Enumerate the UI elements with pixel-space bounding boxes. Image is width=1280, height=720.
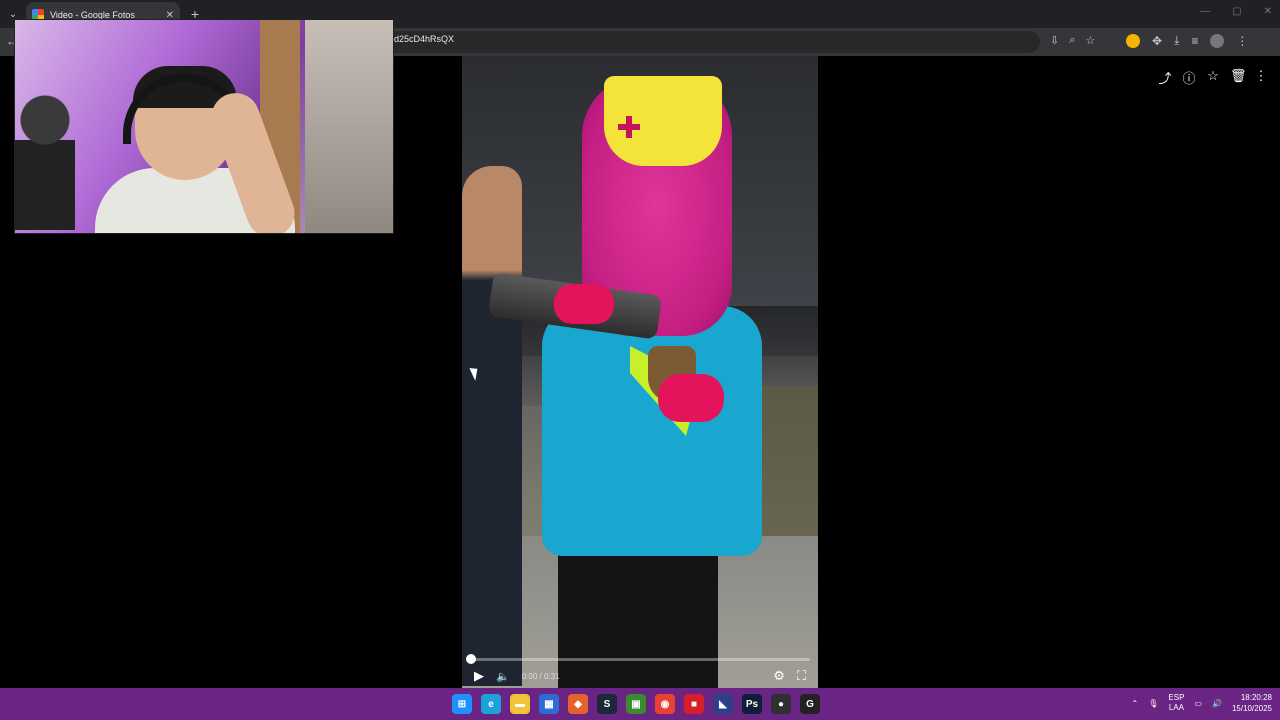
share-icon[interactable]: ⤴: [1158, 68, 1172, 87]
maximize-button[interactable]: ▢: [1232, 6, 1241, 17]
reading-list-icon[interactable]: ≡: [1191, 34, 1198, 48]
video-time: 0:00 / 0:31: [521, 671, 560, 681]
edge-icon[interactable]: e: [481, 694, 501, 714]
network-icon[interactable]: ▭: [1194, 699, 1202, 708]
extensions-puzzle-icon[interactable]: ✥: [1152, 34, 1162, 48]
toolbar-icons: ✥ ⤓ ≡ ⋮: [1126, 33, 1248, 48]
install-app-icon[interactable]: ⇩: [1050, 34, 1059, 47]
language-top: ESP: [1168, 693, 1185, 702]
close-window-button[interactable]: ✕: [1264, 6, 1272, 17]
microphone-icon[interactable]: 🎙: [1148, 699, 1158, 708]
zoom-icon[interactable]: ⌕: [1069, 34, 1075, 47]
file-explorer-icon[interactable]: ▬: [510, 694, 530, 714]
webcam-bookshelf: [305, 20, 393, 233]
extension-profile-icon[interactable]: [1126, 33, 1140, 48]
app-g-icon[interactable]: G: [800, 694, 820, 714]
speaker-icon[interactable]: 🔊: [1212, 699, 1222, 708]
window-controls: — ▢ ✕: [1200, 6, 1272, 17]
tray-chevron-icon[interactable]: ⌃: [1132, 699, 1139, 708]
app-blue-icon[interactable]: ◣: [713, 694, 733, 714]
app-red-icon[interactable]: ■: [684, 694, 704, 714]
trash-icon[interactable]: 🗑: [1230, 68, 1247, 87]
menu-kebab-icon[interactable]: ⋮: [1236, 34, 1248, 48]
webcam-fan: [15, 80, 75, 230]
taskbar-apps: ⊞ e ▬ ▦ ◆ S ▣ ◉ ■ ◣ Ps ● G: [452, 694, 820, 714]
fullscreen-icon[interactable]: ⛶: [797, 668, 806, 684]
video-player[interactable]: ▶ 🔈 0:00 / 0:31 ⚙ ⛶: [462, 56, 818, 688]
obs-icon[interactable]: ●: [771, 694, 791, 714]
video-frame-glove-left: [554, 284, 614, 324]
video-progress-track[interactable]: [470, 658, 810, 661]
video-frame-hoodie: [542, 306, 762, 556]
minimize-button[interactable]: —: [1200, 6, 1210, 17]
play-icon[interactable]: ▶: [474, 668, 484, 684]
app-orange-icon[interactable]: ◆: [568, 694, 588, 714]
minecraft-icon[interactable]: ▣: [626, 694, 646, 714]
downloads-icon[interactable]: ⤓: [1174, 33, 1179, 48]
settings-gear-icon[interactable]: ⚙: [773, 668, 785, 684]
viewer-action-bar: ⤴ ⓘ ☆ 🗑 ⋮: [1158, 68, 1268, 87]
omnibox-icons: ⇩ ⌕ ☆: [1050, 34, 1095, 47]
address-url[interactable]: d25cD4hRsQX: [394, 32, 454, 46]
video-frame-person: [462, 166, 522, 686]
info-icon[interactable]: ⓘ: [1182, 68, 1196, 87]
webcam-overlay: [14, 19, 394, 234]
windows-start-icon[interactable]: ⊞: [452, 694, 472, 714]
clock-date: 15/10/2025: [1231, 704, 1272, 713]
video-frame-glove-right: [658, 374, 724, 422]
clock[interactable]: 18:20:28 15/10/2025: [1232, 692, 1272, 714]
video-frame-dpad: [618, 116, 640, 138]
steam-icon[interactable]: S: [597, 694, 617, 714]
windows-taskbar: ⊞ e ▬ ▦ ◆ S ▣ ◉ ■ ◣ Ps ● G ⌃ 🎙 ESP LAA ▭ 🔊 18:20:28 …: [0, 688, 1280, 720]
volume-icon[interactable]: 🔈: [496, 670, 510, 683]
favorite-star-icon[interactable]: ☆: [1206, 68, 1220, 87]
more-options-icon[interactable]: ⋮: [1254, 68, 1268, 87]
profile-avatar-icon[interactable]: [1210, 33, 1225, 48]
bookmark-star-icon[interactable]: ☆: [1085, 34, 1095, 47]
chrome-icon[interactable]: ◉: [655, 694, 675, 714]
store-icon[interactable]: ▦: [539, 694, 559, 714]
video-progress-knob[interactable]: [466, 654, 476, 664]
language-bottom: LAA: [1168, 703, 1184, 712]
photoshop-icon[interactable]: Ps: [742, 694, 762, 714]
language-indicator[interactable]: ESP LAA: [1168, 693, 1184, 713]
video-controls: ▶ 🔈 0:00 / 0:31 ⚙ ⛶: [462, 664, 818, 688]
clock-time: 18:20:28: [1240, 693, 1272, 702]
screen: ⌄ Video - Google Fotos ✕ + — ▢ ✕ ← d25cD…: [0, 0, 1280, 720]
system-tray: ⌃ 🎙 ESP LAA ▭ 🔊 18:20:28 15/10/2025: [1132, 692, 1272, 714]
